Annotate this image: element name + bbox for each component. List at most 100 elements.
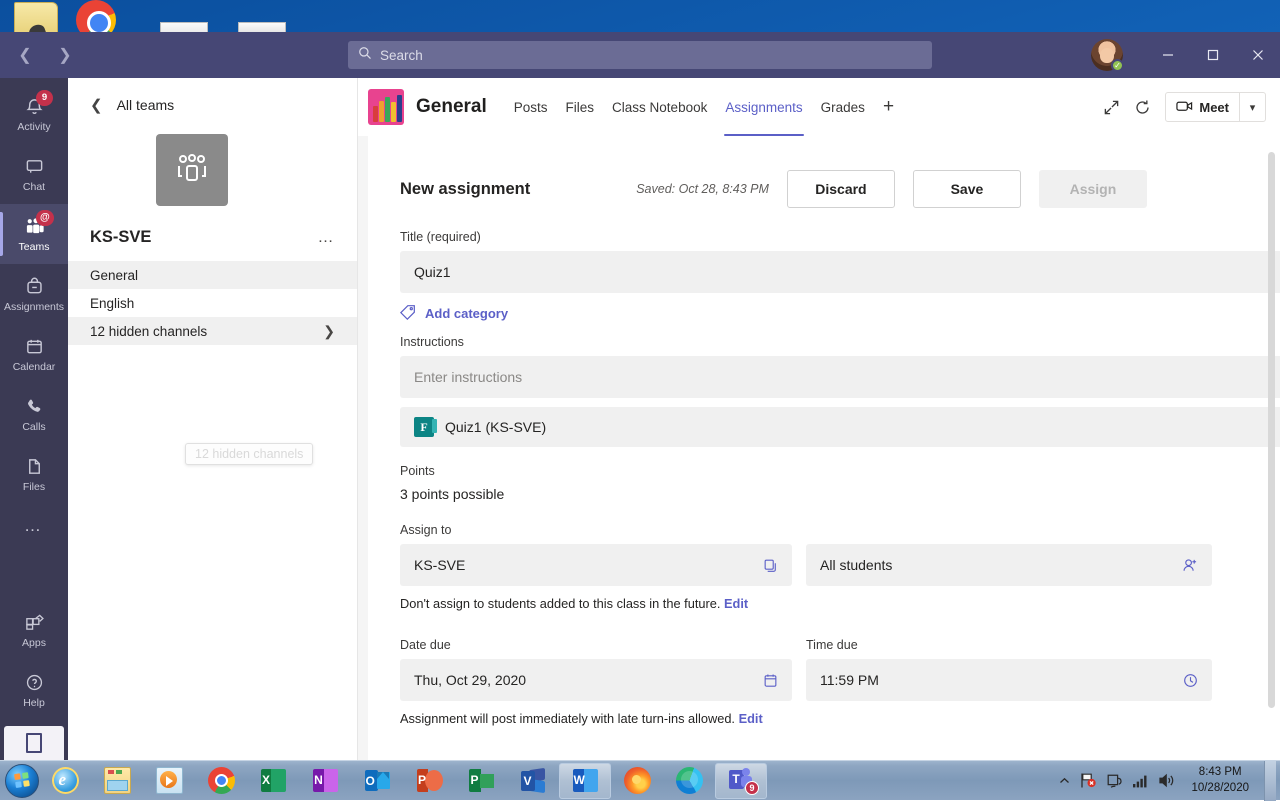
title-input[interactable]: Quiz1 [400,251,1280,293]
tab-files[interactable]: Files [557,78,604,136]
pencils-icon [368,89,404,125]
team-name: KS-SVE [90,228,151,247]
edit-future-students-link[interactable]: Edit [724,596,748,611]
assign-to-students-select[interactable]: All students [806,544,1212,586]
meet-label: Meet [1199,100,1229,115]
show-desktop-button[interactable] [1264,761,1276,801]
team-avatar [156,134,228,206]
all-teams-label: All teams [117,97,175,113]
start-button[interactable] [5,764,39,798]
channel-label: 12 hidden channels [90,324,207,339]
new-assignment-card: New assignment Saved: Oct 28, 8:43 PM Di… [368,136,1280,760]
clock[interactable]: 8:43 PM 10/28/2020 [1185,765,1255,796]
sidebar-item-label: Chat [23,181,45,193]
taskbar-item-project[interactable]: P [455,762,507,800]
page-title: General [416,96,487,118]
forward-icon[interactable]: ❯ [48,38,82,72]
scrollbar[interactable] [1266,136,1278,760]
network-error-icon[interactable] [1079,772,1097,789]
team-more-options-button[interactable]: … [318,229,336,247]
post-schedule-note: Assignment will post immediately with la… [400,711,1280,726]
teams-taskbar-badge: 9 [745,781,759,795]
sidebar-item-label: Activity [17,121,50,133]
team-sidebar: ❮ All teams KS-SVE … General English 12 [68,78,358,760]
teams-mention-badge: @ [36,210,54,226]
all-teams-back-button[interactable]: ❮ All teams [68,78,357,114]
close-button[interactable] [1235,32,1280,78]
add-tab-button[interactable]: + [874,78,903,136]
time-due-input[interactable]: 11:59 PM [806,659,1212,701]
minimize-button[interactable] [1145,32,1190,78]
maximize-button[interactable] [1190,32,1235,78]
sidebar-item-activity[interactable]: 9 Activity [0,84,68,144]
back-icon[interactable]: ❮ [8,38,42,72]
add-person-icon [1182,558,1198,573]
taskbar-item-file-explorer[interactable] [91,762,143,800]
sidebar-item-general[interactable]: General [68,261,357,289]
taskbar-item-windows-media-player[interactable] [143,762,195,800]
sidebar-item-hidden-channels[interactable]: 12 hidden channels ❯ [68,317,357,345]
clock-time: 8:43 PM [1191,765,1249,781]
volume-icon[interactable] [1158,773,1176,788]
edit-post-schedule-link[interactable]: Edit [739,711,763,726]
sidebar-item-calls[interactable]: Calls [0,384,68,444]
rail-more-apps-button[interactable]: … [24,504,44,548]
signal-icon[interactable] [1132,774,1149,788]
sidebar-item-apps[interactable]: Apps [0,600,68,660]
meet-button[interactable]: Meet ▾ [1165,92,1266,122]
excel-icon: X [260,767,287,794]
assign-to-label: Assign to [400,523,1280,537]
taskbar-item-powerpoint[interactable]: P [403,762,455,800]
sidebar-item-teams[interactable]: @ Teams [0,204,68,264]
attachment-row[interactable]: F Quiz1 (KS-SVE) [400,407,1280,447]
onenote-icon: N [312,767,339,794]
tab-assignments[interactable]: Assignments [716,78,811,136]
nav-arrows: ❮ ❯ [8,38,82,72]
apps-icon [24,612,44,634]
save-button[interactable]: Save [913,170,1021,208]
add-category-button[interactable]: Add category [400,304,1280,323]
show-hidden-icons-button[interactable] [1059,777,1070,785]
sidebar-item-chat[interactable]: Chat [0,144,68,204]
scrollbar-thumb[interactable] [1268,152,1275,708]
sidebar-item-assignments[interactable]: Assignments [0,264,68,324]
assign-to-team-value: KS-SVE [414,557,465,573]
help-icon [25,672,44,694]
refresh-icon[interactable] [1134,99,1151,116]
taskbar-item-google-chrome[interactable] [195,762,247,800]
avatar[interactable]: ✓ [1091,39,1123,71]
taskbar-item-onenote[interactable]: N [299,762,351,800]
future-students-note: Don't assign to students added to this c… [400,596,1280,611]
sidebar-item-english[interactable]: English [68,289,357,317]
action-center-icon[interactable] [1106,772,1123,789]
taskbar-item-microsoft-teams[interactable]: T 9 [715,763,767,799]
taskbar-item-excel[interactable]: X [247,762,299,800]
chevron-down-icon[interactable]: ▾ [1239,93,1265,121]
taskbar-item-internet-explorer[interactable]: e [39,762,91,800]
saved-status-text: Saved: Oct 28, 8:43 PM [636,182,769,196]
taskbar-item-word[interactable]: W [559,763,611,799]
sidebar-item-files[interactable]: Files [0,444,68,504]
instructions-input[interactable]: Enter instructions [400,356,1280,398]
folder-icon[interactable] [14,2,58,36]
instructions-field-label: Instructions [400,335,1280,349]
assign-to-team-select[interactable]: KS-SVE [400,544,792,586]
tab-posts[interactable]: Posts [505,78,557,136]
discard-button[interactable]: Discard [787,170,895,208]
taskbar-item-microsoft-edge[interactable] [663,762,715,800]
sidebar-item-help[interactable]: Help [0,660,68,720]
file-explorer-icon [104,767,131,794]
taskbar-item-firefox[interactable] [611,762,663,800]
download-desktop-app-button[interactable] [4,726,64,760]
search-icon [358,46,372,65]
taskbar-item-outlook[interactable]: O [351,762,403,800]
expand-icon[interactable] [1103,99,1120,116]
tab-class-notebook[interactable]: Class Notebook [603,78,716,136]
search-input[interactable]: Search [348,41,932,69]
time-due-label: Time due [806,638,1212,652]
taskbar-item-visio[interactable]: V [507,762,559,800]
post-schedule-text: Assignment will post immediately with la… [400,711,735,726]
tab-grades[interactable]: Grades [812,78,874,136]
sidebar-item-calendar[interactable]: Calendar [0,324,68,384]
date-due-input[interactable]: Thu, Oct 29, 2020 [400,659,792,701]
